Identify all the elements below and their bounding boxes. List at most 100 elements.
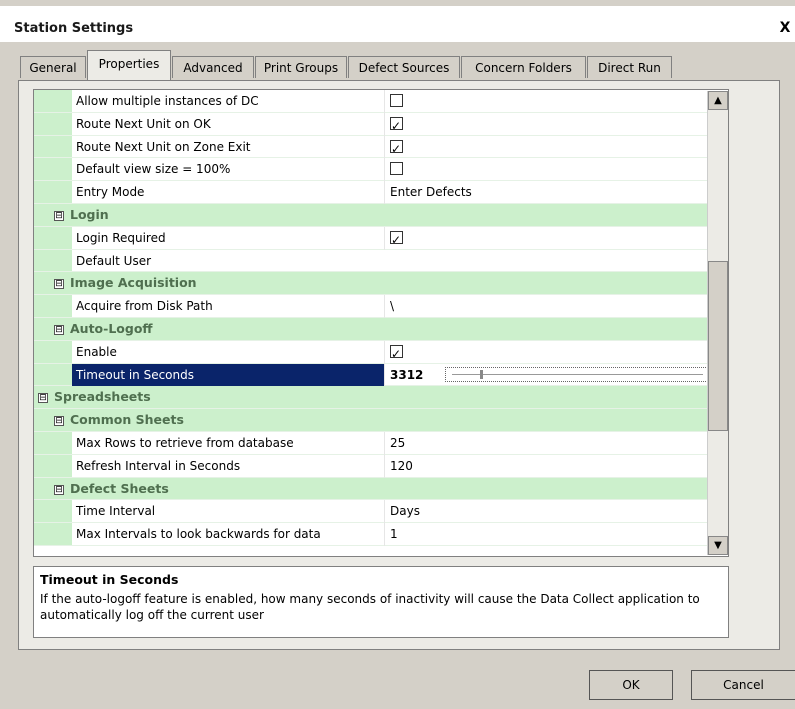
indent-margin bbox=[34, 249, 72, 272]
property-value[interactable] bbox=[384, 158, 706, 182]
slider-thumb[interactable] bbox=[480, 369, 483, 379]
property-value[interactable] bbox=[384, 90, 706, 113]
indent-margin bbox=[34, 226, 72, 249]
category-row[interactable]: ⊟ Login bbox=[34, 203, 728, 227]
collapse-toggle-icon[interactable]: ⊟ bbox=[54, 484, 64, 495]
property-row[interactable]: Time Interval Days bbox=[34, 500, 728, 524]
indent-margin bbox=[34, 112, 72, 135]
scroll-thumb[interactable] bbox=[708, 261, 728, 431]
property-value[interactable] bbox=[384, 226, 706, 252]
property-label: Entry Mode bbox=[76, 185, 145, 200]
tab-print-groups[interactable]: Print Groups bbox=[255, 56, 347, 78]
property-row[interactable]: Refresh Interval in Seconds 120 bbox=[34, 454, 728, 478]
property-label: Refresh Interval in Seconds bbox=[76, 458, 241, 473]
property-label: Acquire from Disk Path bbox=[76, 299, 213, 314]
property-row[interactable]: Route Next Unit on OK bbox=[34, 112, 728, 138]
property-value[interactable]: Enter Defects bbox=[384, 181, 706, 204]
indent-margin bbox=[34, 523, 72, 545]
property-value[interactable] bbox=[384, 340, 706, 366]
property-grid[interactable]: Allow multiple instances of DC Route Next… bbox=[33, 89, 729, 557]
category-row[interactable]: ⊟ Common Sheets bbox=[34, 409, 728, 432]
category-label: Spreadsheets bbox=[54, 389, 151, 405]
window-title: Station Settings bbox=[14, 21, 134, 36]
property-row[interactable]: Allow multiple instances of DC bbox=[34, 90, 728, 113]
collapse-toggle-icon[interactable]: ⊟ bbox=[54, 210, 64, 221]
indent-margin bbox=[34, 363, 72, 386]
tab-concern-folders[interactable]: Concern Folders bbox=[461, 56, 586, 78]
category-label: Defect Sheets bbox=[70, 480, 169, 496]
property-row[interactable]: Max Intervals to look backwards for data… bbox=[34, 523, 728, 546]
tab-defect-sources[interactable]: Defect Sources bbox=[348, 56, 460, 78]
property-label: Route Next Unit on Zone Exit bbox=[76, 139, 251, 154]
property-value[interactable]: 120 bbox=[384, 454, 706, 478]
category-label: Image Acquisition bbox=[70, 275, 197, 291]
property-value[interactable]: 25 bbox=[384, 431, 706, 455]
collapse-toggle-icon[interactable]: ⊟ bbox=[38, 393, 48, 404]
timeout-slider[interactable] bbox=[445, 366, 710, 382]
property-row[interactable]: Default view size = 100% bbox=[34, 158, 728, 182]
help-description: If the auto-logoff feature is enabled, h… bbox=[40, 592, 700, 622]
category-row[interactable]: ⊟ Defect Sheets bbox=[34, 477, 728, 501]
tab-direct-run[interactable]: Direct Run bbox=[587, 56, 672, 78]
help-pane: Timeout in Seconds If the auto-logoff fe… bbox=[33, 566, 729, 638]
property-row[interactable]: Entry Mode Enter Defects bbox=[34, 181, 728, 204]
property-value[interactable] bbox=[384, 112, 706, 138]
category-label: Login bbox=[70, 206, 109, 222]
property-value[interactable] bbox=[384, 135, 706, 160]
collapse-toggle-icon[interactable]: ⊟ bbox=[54, 324, 64, 335]
indent-margin bbox=[34, 295, 72, 317]
property-row[interactable]: Route Next Unit on Zone Exit bbox=[34, 135, 728, 160]
close-icon[interactable]: X bbox=[775, 18, 795, 38]
property-label: Max Intervals to look backwards for data bbox=[76, 527, 321, 542]
tab-properties[interactable]: Properties bbox=[87, 50, 171, 80]
property-value[interactable]: Days bbox=[384, 500, 706, 524]
indent-margin bbox=[34, 431, 72, 454]
category-label: Common Sheets bbox=[70, 412, 184, 428]
ok-button[interactable]: OK bbox=[589, 670, 673, 700]
category-label: Auto-Logoff bbox=[70, 320, 153, 336]
help-title: Timeout in Seconds bbox=[40, 572, 179, 587]
tab-strip: General Properties Advanced Print Groups… bbox=[20, 50, 780, 80]
property-row[interactable]: Default User bbox=[34, 249, 728, 273]
cancel-button[interactable]: Cancel bbox=[691, 670, 795, 700]
slider-track bbox=[452, 373, 703, 378]
checkbox[interactable] bbox=[390, 162, 403, 176]
property-value[interactable]: \ bbox=[384, 295, 706, 318]
indent-margin bbox=[34, 135, 72, 158]
property-row[interactable]: Login Required bbox=[34, 226, 728, 252]
checkbox[interactable] bbox=[390, 138, 403, 160]
property-label: Max Rows to retrieve from database bbox=[76, 435, 294, 450]
property-label: Default User bbox=[76, 253, 152, 268]
indent-margin bbox=[34, 340, 72, 363]
checkbox[interactable] bbox=[390, 343, 403, 366]
property-row[interactable]: Max Rows to retrieve from database 25 bbox=[34, 431, 728, 455]
property-label: Timeout in Seconds bbox=[72, 363, 384, 387]
indent-margin bbox=[34, 158, 72, 181]
collapse-toggle-icon[interactable]: ⊟ bbox=[54, 279, 64, 290]
indent-margin bbox=[34, 90, 72, 112]
property-value[interactable]: 3312 bbox=[384, 363, 710, 387]
property-value[interactable]: 1 bbox=[384, 523, 706, 546]
property-row[interactable]: Acquire from Disk Path \ bbox=[34, 295, 728, 318]
property-label: Enable bbox=[76, 344, 117, 359]
timeout-value[interactable]: 3312 bbox=[390, 368, 423, 382]
scroll-up-icon[interactable]: ▲ bbox=[708, 91, 728, 110]
property-label: Login Required bbox=[76, 230, 166, 245]
checkbox[interactable] bbox=[390, 94, 403, 107]
collapse-toggle-icon[interactable]: ⊟ bbox=[54, 416, 64, 427]
category-row[interactable]: ⊟ Spreadsheets bbox=[34, 386, 728, 410]
category-row[interactable]: ⊟ Auto-Logoff bbox=[34, 317, 728, 341]
property-label: Route Next Unit on OK bbox=[76, 116, 211, 131]
category-row[interactable]: ⊟ Image Acquisition bbox=[34, 272, 728, 296]
property-row[interactable]: Enable bbox=[34, 340, 728, 366]
title-bar: Station Settings X bbox=[0, 6, 795, 42]
scroll-down-icon[interactable]: ▼ bbox=[708, 536, 728, 555]
property-label: Allow multiple instances of DC bbox=[76, 94, 259, 108]
checkbox[interactable] bbox=[390, 229, 403, 252]
indent-margin bbox=[34, 454, 72, 477]
property-row[interactable]: Timeout in Seconds 3312 bbox=[34, 363, 728, 387]
tab-general[interactable]: General bbox=[20, 56, 86, 78]
tab-advanced[interactable]: Advanced bbox=[172, 56, 254, 78]
vertical-scrollbar[interactable]: ▲ ▼ bbox=[707, 91, 728, 555]
checkbox[interactable] bbox=[390, 115, 403, 138]
